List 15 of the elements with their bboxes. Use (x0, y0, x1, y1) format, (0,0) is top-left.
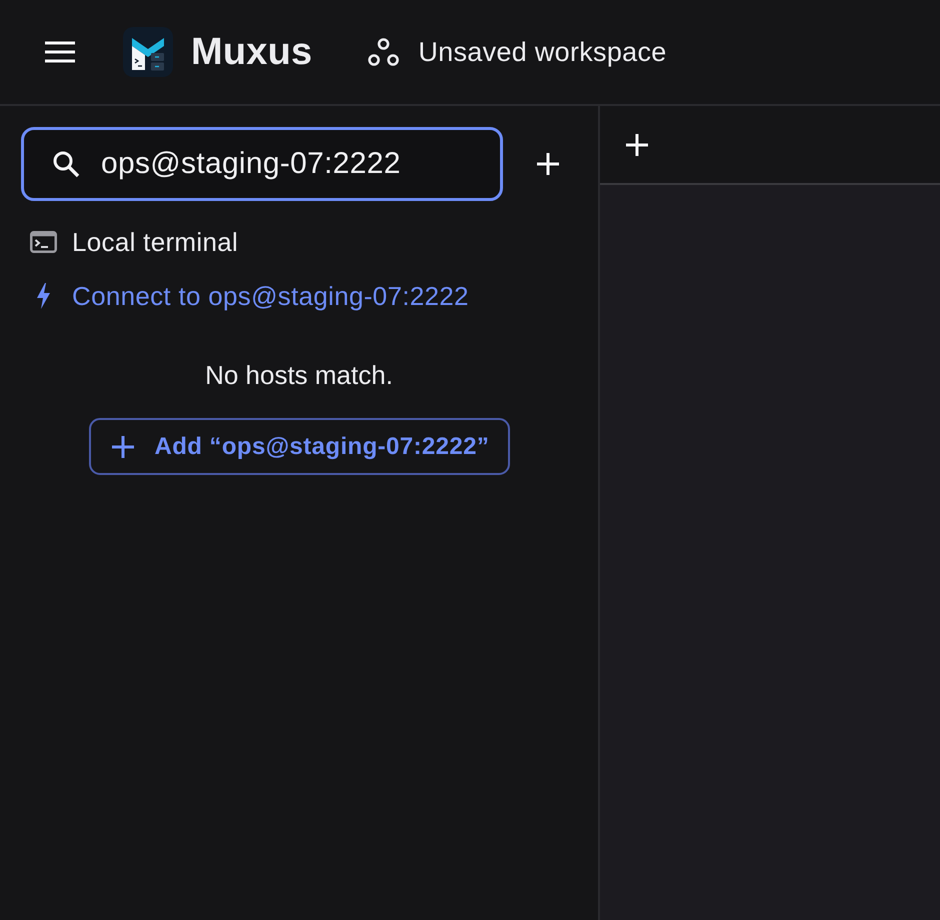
local-terminal-item[interactable]: Local terminal (72, 226, 238, 258)
empty-message: No hosts match. (205, 360, 393, 390)
add-host-button[interactable]: Add “ops@staging-07:2222” (88, 418, 510, 475)
plus-icon (536, 152, 560, 176)
terminal-icon (30, 231, 57, 253)
connect-link[interactable]: Connect to ops@staging-07:2222 (72, 280, 469, 312)
plus-icon (625, 132, 649, 156)
app-name: Muxus (191, 30, 312, 74)
search-field[interactable]: ops@staging-07:2222 (21, 127, 503, 201)
workspace-button[interactable]: Unsaved workspace (368, 36, 667, 68)
logo-icon (123, 27, 173, 77)
plus-icon (110, 434, 134, 458)
nodes-icon (368, 38, 400, 66)
menu-icon (45, 41, 75, 63)
search-icon (52, 150, 80, 178)
